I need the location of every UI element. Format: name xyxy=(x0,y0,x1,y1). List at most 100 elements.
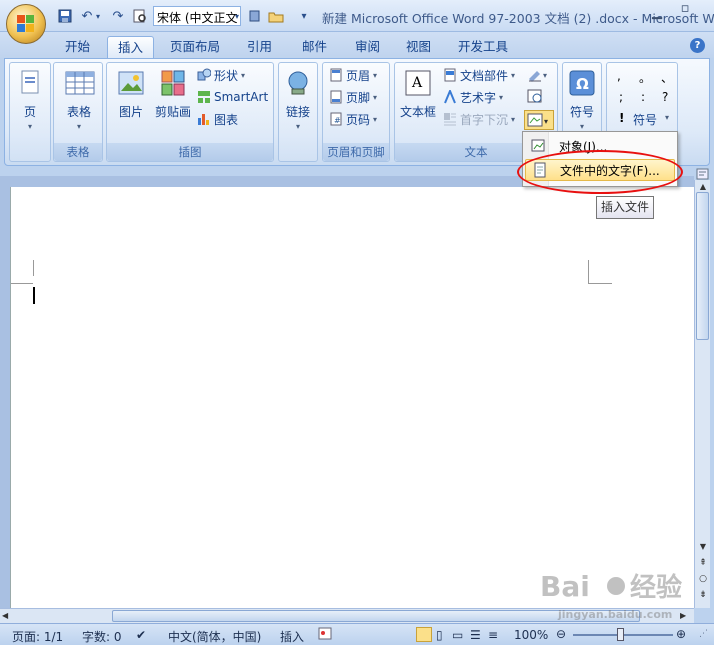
tab-insert[interactable]: 插入 xyxy=(107,36,155,58)
text-cursor xyxy=(33,287,35,304)
document-page[interactable] xyxy=(10,187,694,608)
zoom-in-icon[interactable]: ⊕ xyxy=(676,627,686,641)
tooltip: 插入文件 xyxy=(596,196,654,219)
format-painter-icon[interactable] xyxy=(246,7,264,25)
title-bar: ↶ ▾ ↷ 宋体 (中文正文 ▾ ▾ 新建 Microsoft Office W… xyxy=(0,0,714,32)
proofing-icon[interactable]: ✔ xyxy=(136,628,146,642)
vertical-scrollbar[interactable]: ▲ ▼ ⇞ ○ ⇟ xyxy=(694,180,710,608)
page-number-dropdown-icon: ▾ xyxy=(373,114,378,124)
link-icon xyxy=(284,69,312,97)
page-number-button[interactable]: # 页码 ▾ xyxy=(329,109,377,129)
shapes-button[interactable]: 形状 ▾ xyxy=(197,65,245,85)
tab-references[interactable]: 引用 xyxy=(237,36,282,58)
print-layout-view-icon[interactable] xyxy=(416,627,432,642)
zoom-level[interactable]: 100% xyxy=(514,628,548,642)
page-number-label: 页码 xyxy=(346,112,371,127)
web-layout-icon[interactable]: ▭ xyxy=(452,628,463,642)
symbol-button[interactable]: Ω 符号 ▾ xyxy=(564,69,600,133)
quickparts-icon xyxy=(443,68,457,82)
punct-enum-comma[interactable]: 、 xyxy=(661,69,673,86)
zoom-slider-thumb[interactable] xyxy=(617,628,624,641)
pages-button[interactable]: 页 ▾ xyxy=(12,69,48,133)
language-status[interactable]: 中文(简体，中国) xyxy=(168,628,261,645)
resize-grip-icon[interactable]: ⋰ xyxy=(699,629,708,639)
help-icon[interactable]: ? xyxy=(690,38,705,53)
punct-period[interactable]: 。 xyxy=(639,69,651,86)
font-name-box[interactable]: 宋体 (中文正文 xyxy=(153,6,241,26)
tab-page-layout[interactable]: 页面布局 xyxy=(160,36,230,58)
chart-button[interactable]: 图表 xyxy=(197,109,238,129)
clipart-button[interactable]: 剪贴画 xyxy=(151,69,195,129)
group-tables: 表格 ▾ 表格 xyxy=(53,62,103,162)
maximize-button[interactable]: ▫ xyxy=(674,1,696,19)
textbox-label: 文本框 xyxy=(399,105,436,119)
zoom-out-icon[interactable]: ⊖ xyxy=(556,627,566,641)
symbol-small-label[interactable]: 符号 xyxy=(633,111,657,128)
wordart-button[interactable]: 艺术字 ▾ xyxy=(443,87,503,107)
tab-view[interactable]: 视图 xyxy=(396,36,441,58)
office-button[interactable] xyxy=(6,4,46,44)
vertical-scroll-thumb[interactable] xyxy=(696,192,709,340)
view-ruler-icon[interactable] xyxy=(696,168,710,180)
pages-dropdown-icon: ▾ xyxy=(27,122,32,131)
minimize-button[interactable]: ▁ xyxy=(646,5,668,23)
scroll-left-icon[interactable]: ◀ xyxy=(2,611,8,620)
insert-mode[interactable]: 插入 xyxy=(280,628,304,645)
punct-colon[interactable]: : xyxy=(641,90,645,104)
scroll-up-icon[interactable]: ▲ xyxy=(697,182,709,192)
date-time-icon[interactable] xyxy=(527,88,545,106)
tab-review[interactable]: 审阅 xyxy=(345,36,390,58)
quickparts-button[interactable]: 文档部件 ▾ xyxy=(443,65,515,85)
svg-text:经验: 经验 xyxy=(630,572,682,603)
punct-exclaim[interactable]: ! xyxy=(619,111,624,125)
picture-button[interactable]: 图片 xyxy=(111,69,151,129)
group-label-illustrations: 插图 xyxy=(107,143,273,161)
tab-mailings[interactable]: 邮件 xyxy=(292,36,337,58)
outline-view-icon[interactable]: ☰ xyxy=(470,628,481,642)
undo-dropdown-icon[interactable]: ▾ xyxy=(94,7,102,25)
clipart-label: 剪贴画 xyxy=(154,105,191,119)
symbol-dropdown-icon: ▾ xyxy=(579,122,584,131)
print-preview-icon[interactable] xyxy=(131,7,149,25)
punct-semicolon[interactable]: ; xyxy=(619,90,623,104)
dropcap-button[interactable]: 首字下沉 ▾ xyxy=(443,109,515,129)
highlight-annotation-circle xyxy=(517,150,683,194)
shapes-icon xyxy=(197,68,212,82)
picture-label: 图片 xyxy=(118,105,143,119)
redo-icon[interactable]: ↷ xyxy=(109,7,127,25)
smartart-label: SmartArt xyxy=(214,90,269,104)
header-label: 页眉 xyxy=(346,68,371,83)
smartart-button[interactable]: SmartArt xyxy=(197,87,268,107)
punct-comma[interactable]: , xyxy=(617,69,621,83)
scroll-down-icon[interactable]: ▼ xyxy=(697,542,709,552)
tab-home[interactable]: 开始 xyxy=(55,36,100,58)
wordart-label: 艺术字 xyxy=(460,90,497,105)
table-button[interactable]: 表格 ▾ xyxy=(58,69,100,133)
page-count[interactable]: 页面: 1/1 xyxy=(12,628,63,645)
textbox-button[interactable]: A 文本框 xyxy=(398,69,438,129)
word-count[interactable]: 字数: 0 xyxy=(82,628,122,645)
links-label: 链接 xyxy=(285,105,310,119)
save-icon[interactable] xyxy=(56,7,74,25)
group-label-header-footer: 页眉和页脚 xyxy=(323,143,389,161)
links-button[interactable]: 链接 ▾ xyxy=(280,69,316,133)
group-pages: 页 ▾ xyxy=(9,62,51,162)
header-button[interactable]: 页眉 ▾ xyxy=(329,65,377,85)
customize-qat-icon[interactable]: ▾ xyxy=(295,7,313,25)
punct-question[interactable]: ? xyxy=(662,90,668,104)
symbol-small-dropdown-icon[interactable]: ▾ xyxy=(665,113,669,122)
signature-line-icon[interactable]: ▾ xyxy=(527,66,551,84)
font-dropdown-icon[interactable]: ▾ xyxy=(232,7,242,25)
smartart-icon xyxy=(197,90,211,104)
footer-button[interactable]: 页脚 ▾ xyxy=(329,87,377,107)
dropcap-label: 首字下沉 xyxy=(460,112,509,127)
draft-view-icon[interactable]: ≡ xyxy=(488,628,498,642)
object-dropdown-button[interactable]: ▾ xyxy=(524,110,554,130)
macro-record-icon[interactable] xyxy=(318,627,332,643)
office-logo-icon xyxy=(17,15,35,33)
open-folder-icon[interactable] xyxy=(267,7,285,25)
svg-text:▾: ▾ xyxy=(544,117,548,126)
tab-developer[interactable]: 开发工具 xyxy=(448,36,518,58)
full-screen-reading-icon[interactable]: ▯ xyxy=(436,628,443,642)
wordart-dropdown-icon: ▾ xyxy=(499,92,504,102)
